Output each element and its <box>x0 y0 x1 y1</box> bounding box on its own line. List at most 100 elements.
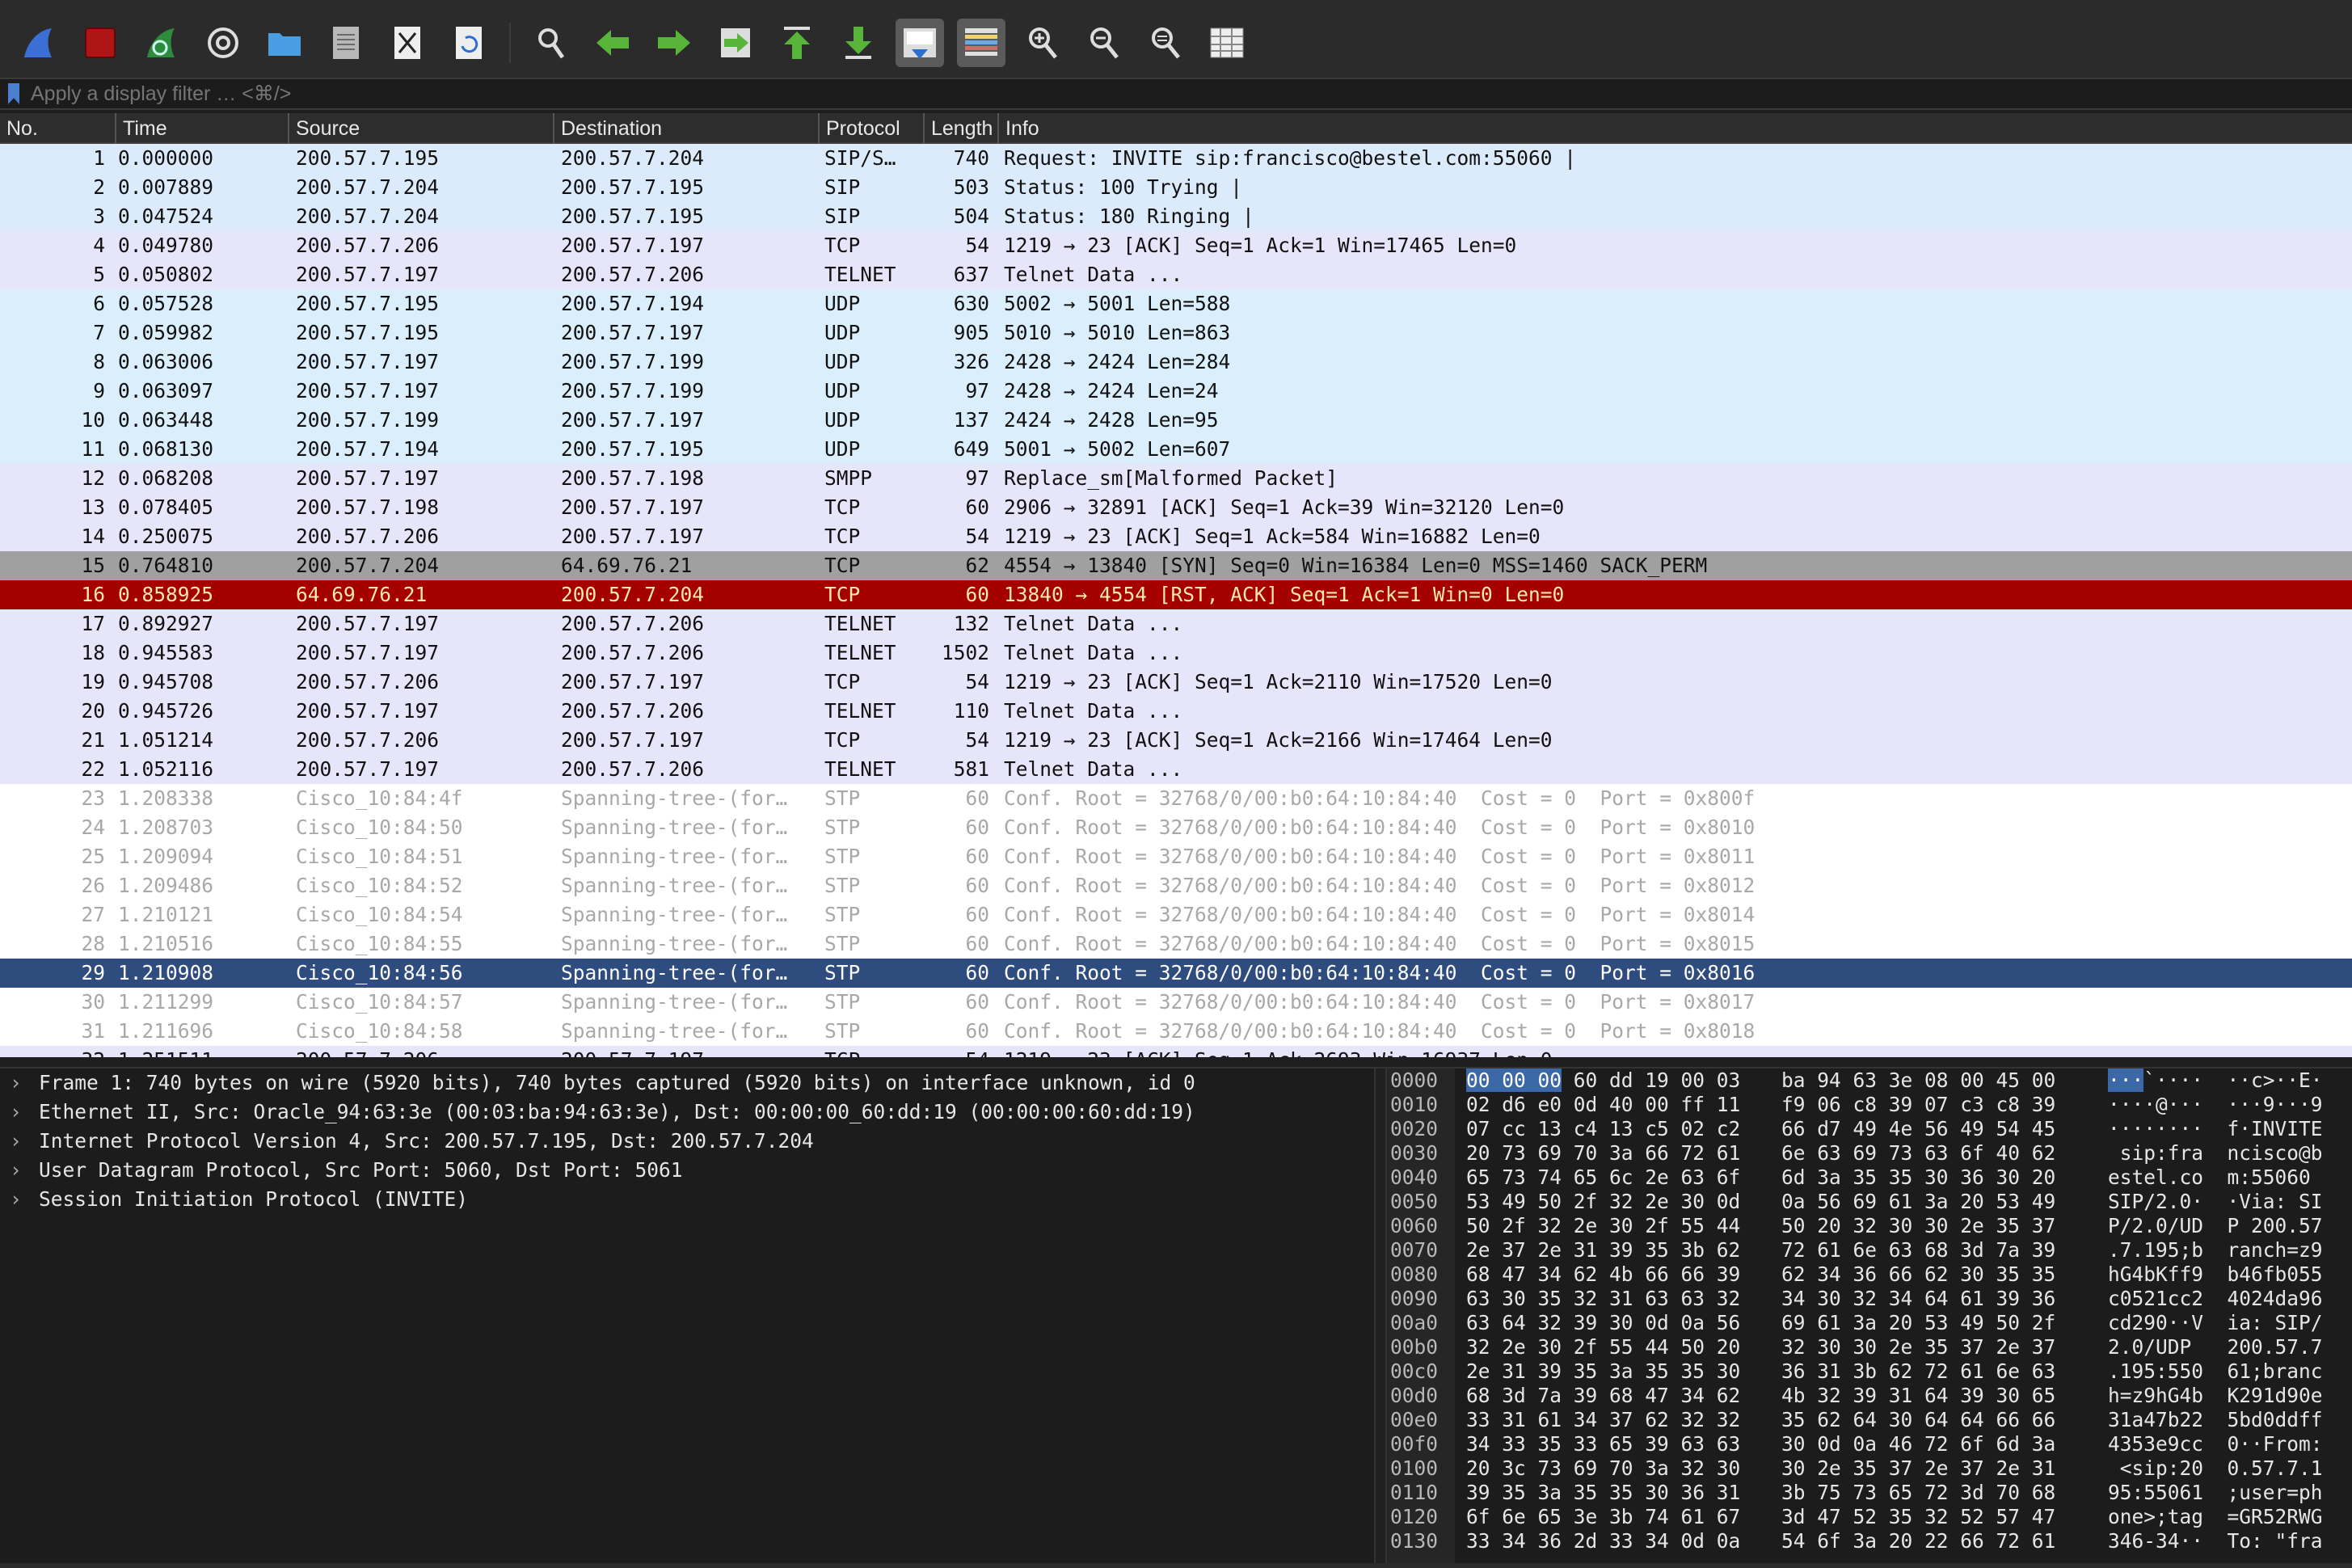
chevron-right-icon[interactable]: › <box>10 1127 39 1156</box>
packet-row[interactable]: 19 0.945708 200.57.7.206 200.57.7.197 TCP 54 1… <box>0 668 2352 697</box>
go-last-packet-button[interactable] <box>834 19 883 67</box>
start-capture-button[interactable] <box>15 19 63 67</box>
hex-dump-asc[interactable]: 346-34·· To: "fra <box>2108 1529 2323 1553</box>
packet-row[interactable]: 31 1.211696 Cisco_10:84:58 Spanning-tree-(f… <box>0 1017 2352 1046</box>
hex-dump-hex1[interactable]: 50 2f 32 2e 30 2f 55 44 <box>1466 1214 1740 1238</box>
hex-dump-hex1[interactable]: 33 34 36 2d 33 34 0d 0a <box>1466 1529 1740 1553</box>
resize-columns-button[interactable] <box>1203 19 1251 67</box>
zoom-in-button[interactable] <box>1018 19 1067 67</box>
chevron-right-icon[interactable]: › <box>10 1069 39 1098</box>
hex-dump-hex2[interactable]: 30 2e 35 37 2e 37 2e 31 <box>1781 1456 2055 1481</box>
vertical-pane-splitter[interactable] <box>1374 1069 1387 1563</box>
chevron-right-icon[interactable]: › <box>10 1098 39 1127</box>
packet-row[interactable]: 23 1.208338 Cisco_10:84:4f Spanning-tree-(f… <box>0 784 2352 813</box>
detail-tree-item[interactable]: › Ethernet II, Src: Oracle_94:63:3e (00:0… <box>0 1098 1374 1127</box>
hex-dump-hex1[interactable]: 20 3c 73 69 70 3a 32 30 <box>1466 1456 1740 1481</box>
detail-tree-item[interactable]: › User Datagram Protocol, Src Port: 5060,… <box>0 1156 1374 1185</box>
hex-dump-hex1[interactable]: 2e 31 39 35 3a 35 35 30 <box>1466 1359 1740 1384</box>
column-header-length[interactable]: Length <box>923 113 997 144</box>
hex-dump-hex1[interactable]: 2e 37 2e 31 39 35 3b 62 <box>1466 1238 1740 1262</box>
hex-dump-asc[interactable]: sip:fra ncisco@b <box>2108 1141 2323 1165</box>
filter-bookmark-icon[interactable] <box>8 83 19 104</box>
hex-dump-hex2[interactable]: 3b 75 73 65 72 3d 70 68 <box>1781 1481 2055 1505</box>
hex-dump-hex2[interactable]: 50 20 32 30 30 2e 35 37 <box>1781 1214 2055 1238</box>
hex-dump-hex2[interactable]: 34 30 32 34 64 61 39 36 <box>1781 1287 2055 1311</box>
go-back-button[interactable] <box>588 19 637 67</box>
column-header-info[interactable]: Info <box>997 113 2352 144</box>
packet-row[interactable]: 1 0.000000 200.57.7.195 200.57.7.204 SIP/S… 7… <box>0 144 2352 173</box>
hex-dump-hex2[interactable]: 4b 32 39 31 64 39 30 65 <box>1781 1384 2055 1408</box>
hex-dump-hex1[interactable]: 53 49 50 2f 32 2e 30 0d <box>1466 1190 1740 1214</box>
packet-row[interactable]: 3 0.047524 200.57.7.204 200.57.7.195 SIP 504 S… <box>0 202 2352 231</box>
packet-bytes-pane[interactable]: 0000 00 00 00 60 dd 19 00 03 ba 94 63 3e 0… <box>1387 1069 2352 1563</box>
packet-row[interactable]: 9 0.063097 200.57.7.197 200.57.7.199 UDP 97 24… <box>0 377 2352 406</box>
hex-dump-hex1[interactable]: 34 33 35 33 65 39 63 63 <box>1466 1432 1740 1456</box>
packet-row[interactable]: 7 0.059982 200.57.7.195 200.57.7.197 UDP 905 5… <box>0 318 2352 348</box>
hex-dump-hex2[interactable]: 6d 3a 35 35 30 36 30 20 <box>1781 1165 2055 1190</box>
zoom-normal-button[interactable] <box>1141 19 1190 67</box>
column-header-source[interactable]: Source <box>288 113 553 144</box>
hex-dump-asc[interactable]: ···`···· ··c>··E· <box>2108 1069 2323 1093</box>
hex-dump-hex1[interactable]: 68 47 34 62 4b 66 66 39 <box>1466 1262 1740 1287</box>
display-filter-input[interactable] <box>31 80 2352 107</box>
hex-dump-hex1[interactable]: 63 64 32 39 30 0d 0a 56 <box>1466 1311 1740 1335</box>
hex-dump-asc[interactable]: h=z9hG4b K291d90e <box>2108 1384 2323 1408</box>
chevron-right-icon[interactable]: › <box>10 1185 39 1214</box>
packet-row[interactable]: 8 0.063006 200.57.7.197 200.57.7.199 UDP 326 2… <box>0 348 2352 377</box>
packet-row[interactable]: 5 0.050802 200.57.7.197 200.57.7.206 TELNET 6… <box>0 260 2352 289</box>
hex-dump-hex1[interactable]: 20 73 69 70 3a 66 72 61 <box>1466 1141 1740 1165</box>
packet-row[interactable]: 21 1.051214 200.57.7.206 200.57.7.197 TCP 54 1… <box>0 726 2352 755</box>
packet-details-pane[interactable]: › Frame 1: 740 bytes on wire (5920 bits),… <box>0 1069 1374 1563</box>
hex-dump-hex1[interactable]: 39 35 3a 35 35 30 36 31 <box>1466 1481 1740 1505</box>
packet-row[interactable]: 29 1.210908 Cisco_10:84:56 Spanning-tree-(f… <box>0 959 2352 988</box>
hex-dump-asc[interactable]: c0521cc2 4024da96 <box>2108 1287 2323 1311</box>
hex-dump-hex1[interactable]: 6f 6e 65 3e 3b 74 61 67 <box>1466 1505 1740 1529</box>
packet-row[interactable]: 11 0.068130 200.57.7.194 200.57.7.195 UDP 649… <box>0 435 2352 464</box>
packet-row[interactable]: 17 0.892927 200.57.7.197 200.57.7.206 TELNET… <box>0 609 2352 639</box>
packet-row[interactable]: 18 0.945583 200.57.7.197 200.57.7.206 TELNET… <box>0 639 2352 668</box>
stop-capture-button[interactable] <box>76 19 124 67</box>
hex-dump-asc[interactable]: estel.co m:55060 <box>2108 1165 2323 1190</box>
hex-dump-asc[interactable]: ········ f·INVITE <box>2108 1117 2323 1141</box>
hex-dump-hex2[interactable]: 6e 63 69 73 63 6f 40 62 <box>1781 1141 2055 1165</box>
packet-row[interactable]: 4 0.049780 200.57.7.206 200.57.7.197 TCP 54 12… <box>0 231 2352 260</box>
packet-row[interactable]: 24 1.208703 Cisco_10:84:50 Spanning-tree-(f… <box>0 813 2352 842</box>
packet-row[interactable]: 12 0.068208 200.57.7.197 200.57.7.198 SMPP 97… <box>0 464 2352 493</box>
restart-capture-button[interactable] <box>137 19 186 67</box>
hex-dump-hex2[interactable]: 54 6f 3a 20 22 66 72 61 <box>1781 1529 2055 1553</box>
hex-dump-hex2[interactable]: 66 d7 49 4e 56 49 54 45 <box>1781 1117 2055 1141</box>
hex-dump-hex2[interactable]: 3d 47 52 35 32 52 57 47 <box>1781 1505 2055 1529</box>
packet-row[interactable]: 6 0.057528 200.57.7.195 200.57.7.194 UDP 630 5… <box>0 289 2352 318</box>
open-file-button[interactable] <box>260 19 309 67</box>
chevron-right-icon[interactable]: › <box>10 1156 39 1185</box>
hex-dump-hex2[interactable]: 30 0d 0a 46 72 6f 6d 3a <box>1781 1432 2055 1456</box>
hex-dump-asc[interactable]: 2.0/UDP 200.57.7 <box>2108 1335 2323 1359</box>
go-to-packet-button[interactable] <box>711 19 760 67</box>
pane-splitter[interactable] <box>0 1057 2352 1069</box>
hex-dump-hex2[interactable]: 35 62 64 30 64 64 66 66 <box>1781 1408 2055 1432</box>
hex-dump-hex2[interactable]: 72 61 6e 63 68 3d 7a 39 <box>1781 1238 2055 1262</box>
hex-dump-hex1[interactable]: 65 73 74 65 6c 2e 63 6f <box>1466 1165 1740 1190</box>
hex-dump-asc[interactable]: hG4bKff9 b46fb055 <box>2108 1262 2323 1287</box>
hex-dump-hex2[interactable]: 69 61 3a 20 53 49 50 2f <box>1781 1311 2055 1335</box>
hex-dump-hex1[interactable]: 63 30 35 32 31 63 63 32 <box>1466 1287 1740 1311</box>
hex-dump-hex2[interactable]: f9 06 c8 39 07 c3 c8 39 <box>1781 1093 2055 1117</box>
hex-dump-asc[interactable]: cd290··V ia: SIP/ <box>2108 1311 2323 1335</box>
packet-row[interactable]: 22 1.052116 200.57.7.197 200.57.7.206 TELNET… <box>0 755 2352 784</box>
packet-row[interactable]: 13 0.078405 200.57.7.198 200.57.7.197 TCP 60 2… <box>0 493 2352 522</box>
hex-dump-hex1[interactable]: 32 2e 30 2f 55 44 50 20 <box>1466 1335 1740 1359</box>
detail-tree-item[interactable]: › Frame 1: 740 bytes on wire (5920 bits),… <box>0 1069 1374 1098</box>
hex-dump-asc[interactable]: P/2.0/UD P 200.57 <box>2108 1214 2323 1238</box>
column-header-protocol[interactable]: Protocol <box>818 113 923 144</box>
find-packet-button[interactable] <box>527 19 575 67</box>
packet-row[interactable]: 25 1.209094 Cisco_10:84:51 Spanning-tree-(f… <box>0 842 2352 871</box>
hex-dump-hex1[interactable]: 07 cc 13 c4 13 c5 02 c2 <box>1466 1117 1740 1141</box>
reload-file-button[interactable] <box>445 19 493 67</box>
packet-row[interactable]: 20 0.945726 200.57.7.197 200.57.7.206 TELNET… <box>0 697 2352 726</box>
hex-dump-hex2[interactable]: 36 31 3b 62 72 61 6e 63 <box>1781 1359 2055 1384</box>
colorize-button[interactable] <box>957 19 1005 67</box>
packet-list[interactable]: 1 0.000000 200.57.7.195 200.57.7.204 SIP/S… 7… <box>0 144 2352 1057</box>
hex-dump-asc[interactable]: one>;tag =GR52RWG <box>2108 1505 2323 1529</box>
hex-dump-asc[interactable]: .195:550 61;branc <box>2108 1359 2323 1384</box>
zoom-out-button[interactable] <box>1080 19 1128 67</box>
